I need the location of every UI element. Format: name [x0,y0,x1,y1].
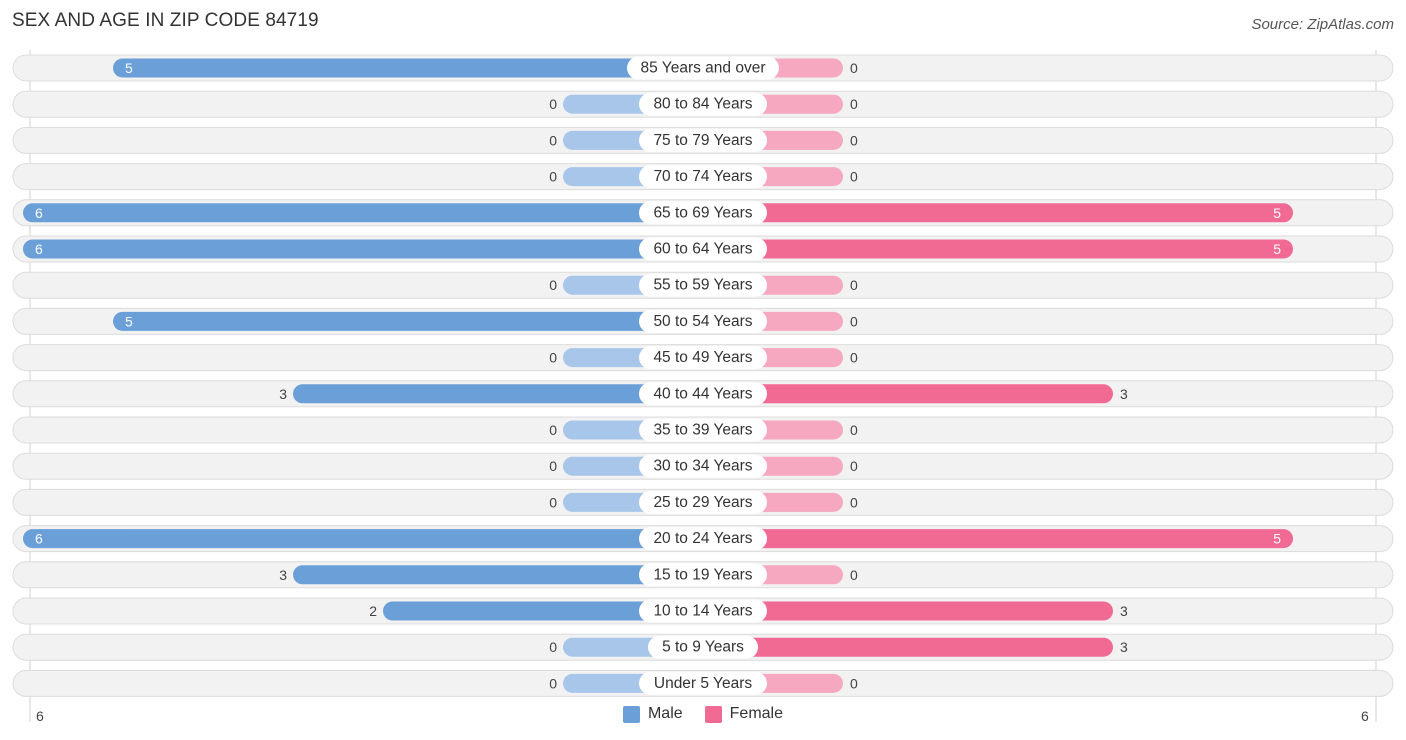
category-label: 45 to 49 Years [653,349,752,366]
female-value-label: 0 [850,350,858,366]
female-value-label: 0 [850,169,858,185]
male-value-label: 2 [369,603,377,619]
male-value-label: 6 [35,205,43,221]
female-value-label: 0 [850,458,858,474]
male-value-label: 5 [125,60,133,76]
female-bar [703,239,1293,259]
female-value-label: 0 [850,96,858,112]
legend-label-male: Male [647,705,683,722]
female-swatch-icon [704,705,722,723]
category-label: 70 to 74 Years [653,168,752,185]
male-value-label: 0 [549,96,557,112]
female-value-label: 3 [1120,603,1128,619]
category-label: 15 to 19 Years [653,566,752,583]
male-value-label: 0 [549,494,557,510]
category-label: 60 to 64 Years [653,241,752,258]
category-label: 50 to 54 Years [653,313,752,330]
male-value-label: 0 [549,639,557,655]
female-value-label: 5 [1273,531,1281,547]
male-value-label: 0 [549,132,557,148]
female-bar [703,203,1293,223]
female-value-label: 0 [850,675,858,691]
male-value-label: 0 [549,350,557,366]
female-value-label: 5 [1273,241,1281,257]
male-bar [23,529,703,549]
legend-label-female: Female [729,705,784,722]
category-label: 75 to 79 Years [653,132,752,149]
category-label: 30 to 34 Years [653,458,752,475]
male-value-label: 3 [279,386,287,402]
female-value-label: 0 [850,60,858,76]
male-value-label: 0 [549,675,557,691]
male-value-label: 0 [549,169,557,185]
legend-item-female[interactable]: Female [704,705,784,723]
female-value-label: 0 [850,567,858,583]
male-bar [23,203,703,223]
category-label: 35 to 39 Years [653,422,752,439]
male-value-label: 0 [549,458,557,474]
male-swatch-icon [622,705,640,723]
male-value-label: 6 [35,241,43,257]
male-value-label: 6 [35,531,43,547]
category-label: Under 5 Years [654,675,752,692]
male-bar [113,58,703,78]
female-bar [703,529,1293,549]
category-label: 20 to 24 Years [653,530,752,547]
legend-item-male[interactable]: Male [622,705,683,723]
female-value-label: 5 [1273,205,1281,221]
female-value-label: 3 [1120,639,1128,655]
female-value-label: 0 [850,494,858,510]
category-label: 80 to 84 Years [653,96,752,113]
category-label: 40 to 44 Years [653,385,752,402]
category-label: 25 to 29 Years [653,494,752,511]
female-bar [703,637,1113,657]
male-value-label: 0 [549,277,557,293]
category-label: 10 to 14 Years [653,603,752,620]
female-value-label: 0 [850,422,858,438]
female-value-label: 0 [850,313,858,329]
category-label: 5 to 9 Years [662,639,744,656]
category-label: 85 Years and over [641,60,766,77]
male-value-label: 3 [279,567,287,583]
population-pyramid-chart: 5 0 85 Years and over 0 0 80 to 84 Years 0 0 75 … [12,50,1394,722]
male-value-label: 0 [549,422,557,438]
female-value-label: 3 [1120,386,1128,402]
male-value-label: 5 [125,313,133,329]
female-value-label: 0 [850,277,858,293]
category-label: 65 to 69 Years [653,204,752,221]
female-value-label: 0 [850,132,858,148]
male-bar [23,239,703,259]
legend: Male Female [0,705,1406,723]
category-label: 55 to 59 Years [653,277,752,294]
male-bar [113,311,703,331]
